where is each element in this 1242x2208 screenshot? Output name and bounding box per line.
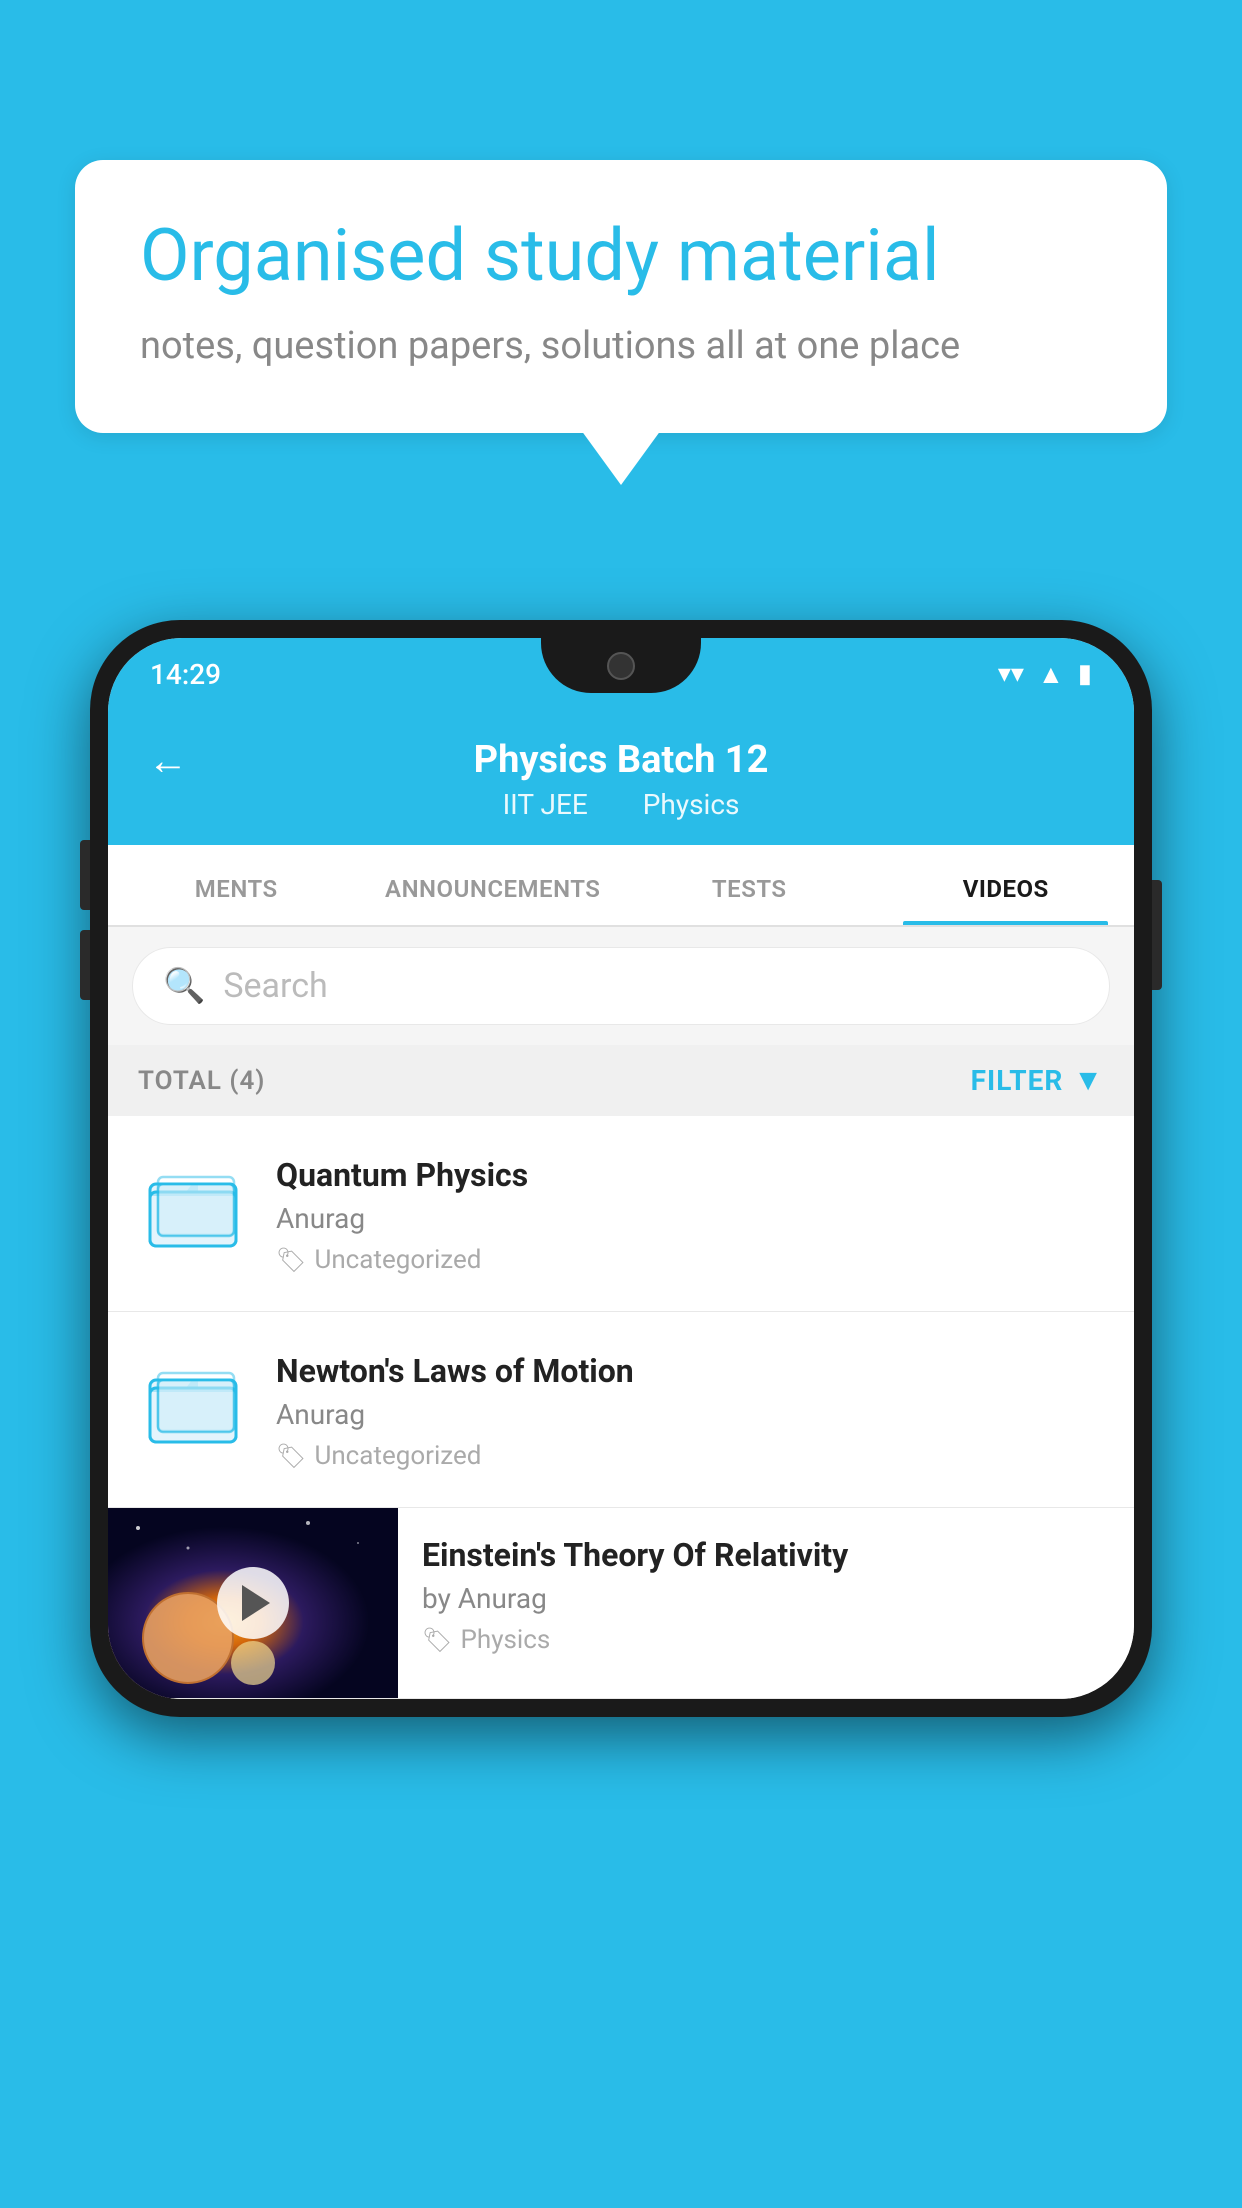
- tab-tests[interactable]: TESTS: [621, 845, 878, 925]
- status-time: 14:29: [150, 658, 221, 691]
- tag-icon: 🏷: [276, 1246, 306, 1274]
- filter-button[interactable]: FILTER ▼: [971, 1063, 1104, 1098]
- search-bar[interactable]: 🔍 Search: [132, 947, 1110, 1025]
- notch: [541, 638, 701, 693]
- bubble-title: Organised study material: [140, 215, 1102, 298]
- video-tag-2: 🏷 Uncategorized: [276, 1441, 1104, 1471]
- tab-ments[interactable]: MENTS: [108, 845, 365, 925]
- tag-icon: 🏷: [276, 1442, 306, 1470]
- video-title-1: Quantum Physics: [276, 1156, 1104, 1194]
- tag-label-3: Physics: [460, 1625, 550, 1655]
- video-thumbnail-3: [108, 1508, 398, 1698]
- search-placeholder: Search: [223, 966, 327, 1006]
- video-info-2: Newton's Laws of Motion Anurag 🏷 Uncateg…: [276, 1348, 1104, 1471]
- list-item[interactable]: Einstein's Theory Of Relativity by Anura…: [108, 1508, 1134, 1699]
- video-tag-1: 🏷 Uncategorized: [276, 1245, 1104, 1275]
- page-title: Physics Batch 12: [474, 738, 769, 782]
- tag-icon: 🏷: [422, 1626, 452, 1654]
- video-author-2: Anurag: [276, 1398, 1104, 1431]
- tabs-bar: MENTS ANNOUNCEMENTS TESTS VIDEOS: [108, 845, 1134, 927]
- tab-announcements[interactable]: ANNOUNCEMENTS: [365, 845, 622, 925]
- tag-label-1: Uncategorized: [314, 1245, 481, 1275]
- folder-icon: [148, 1162, 238, 1252]
- filter-bar: TOTAL (4) FILTER ▼: [108, 1045, 1134, 1116]
- total-count: TOTAL (4): [138, 1066, 265, 1096]
- status-icons: ▾▾ ▲ ▮: [998, 659, 1092, 690]
- bubble-subtitle: notes, question papers, solutions all at…: [140, 320, 1102, 373]
- header-row: ← Physics Batch 12: [148, 738, 1094, 782]
- video-title-3: Einstein's Theory Of Relativity: [422, 1536, 1110, 1574]
- filter-icon: ▼: [1073, 1063, 1104, 1098]
- signal-icon: ▲: [1038, 659, 1064, 690]
- tag-label-2: Uncategorized: [314, 1441, 481, 1471]
- back-button[interactable]: ←: [148, 737, 188, 784]
- battery-icon: ▮: [1078, 659, 1092, 689]
- header-subtitle: IIT JEE Physics: [491, 788, 752, 821]
- video-tag-3: 🏷 Physics: [422, 1625, 1110, 1655]
- video-author-1: Anurag: [276, 1202, 1104, 1235]
- video-info-1: Quantum Physics Anurag 🏷 Uncategorized: [276, 1152, 1104, 1275]
- status-bar: 14:29 ▾▾ ▲ ▮: [108, 638, 1134, 710]
- volume-down-button: [80, 930, 90, 1000]
- speech-bubble-container: Organised study material notes, question…: [75, 160, 1167, 433]
- power-button: [1152, 880, 1162, 990]
- app-header: ← Physics Batch 12 IIT JEE Physics: [108, 710, 1134, 845]
- video-author-3: by Anurag: [422, 1582, 1110, 1615]
- video-thumbnail-1: [138, 1152, 248, 1262]
- front-camera: [607, 652, 635, 680]
- phone-screen: 14:29 ▾▾ ▲ ▮ ← Physics Batch 12 IIT JEE …: [108, 638, 1134, 1699]
- video-info-3: Einstein's Theory Of Relativity by Anura…: [398, 1508, 1134, 1683]
- phone-mockup: 14:29 ▾▾ ▲ ▮ ← Physics Batch 12 IIT JEE …: [90, 620, 1152, 1717]
- list-item[interactable]: Quantum Physics Anurag 🏷 Uncategorized: [108, 1116, 1134, 1312]
- subtitle-iitjee: IIT JEE: [503, 788, 588, 821]
- speech-bubble: Organised study material notes, question…: [75, 160, 1167, 433]
- search-icon: 🔍: [163, 966, 205, 1006]
- tab-videos[interactable]: VIDEOS: [878, 845, 1135, 925]
- play-icon: [242, 1585, 270, 1621]
- folder-icon: [148, 1358, 238, 1448]
- search-container: 🔍 Search: [108, 927, 1134, 1045]
- list-item[interactable]: Newton's Laws of Motion Anurag 🏷 Uncateg…: [108, 1312, 1134, 1508]
- video-thumbnail-2: [138, 1348, 248, 1458]
- wifi-icon: ▾▾: [998, 659, 1024, 689]
- filter-label: FILTER: [971, 1064, 1064, 1097]
- play-button[interactable]: [217, 1567, 289, 1639]
- video-list: Quantum Physics Anurag 🏷 Uncategorized: [108, 1116, 1134, 1699]
- volume-up-button: [80, 840, 90, 910]
- video-title-2: Newton's Laws of Motion: [276, 1352, 1104, 1390]
- phone-outer: 14:29 ▾▾ ▲ ▮ ← Physics Batch 12 IIT JEE …: [90, 620, 1152, 1717]
- subtitle-physics: Physics: [643, 788, 740, 821]
